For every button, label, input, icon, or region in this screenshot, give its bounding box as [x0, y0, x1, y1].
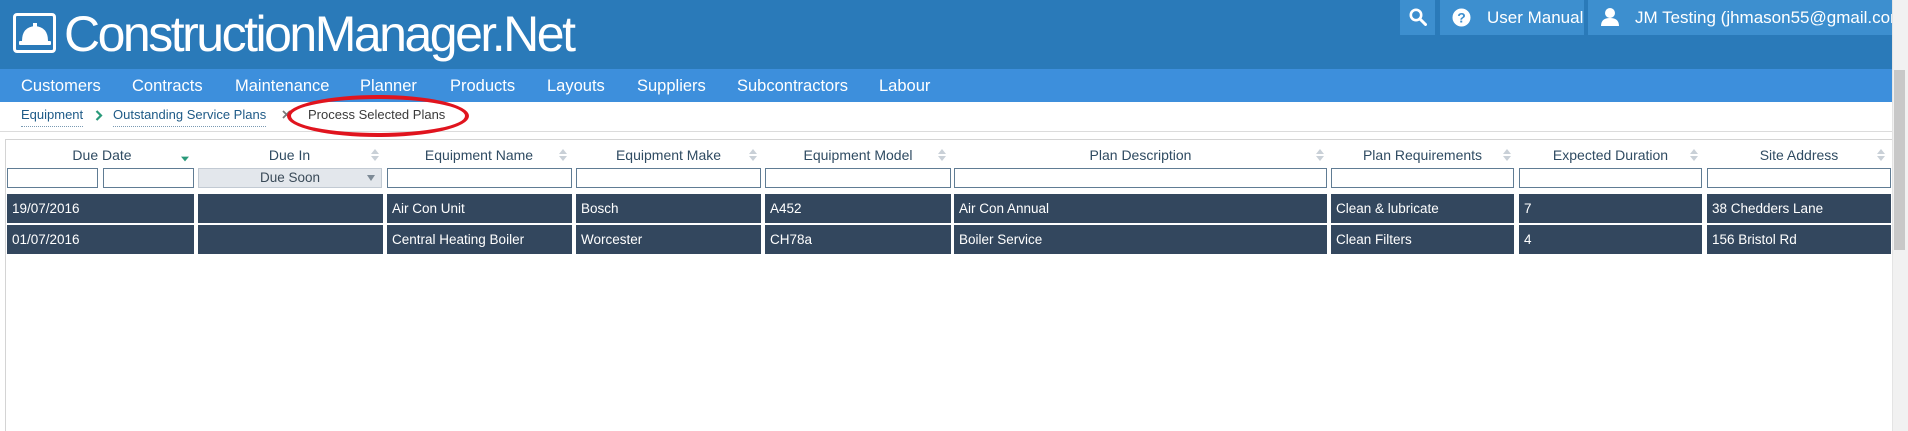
plan-description-filter[interactable]: [954, 168, 1327, 188]
help-icon: ?: [1452, 8, 1471, 27]
main-nav: Customers Contracts Maintenance Planner …: [0, 69, 1892, 102]
sort-descending-icon[interactable]: [181, 153, 189, 165]
expected-duration-filter[interactable]: [1519, 168, 1702, 188]
column-header-equipment-name[interactable]: Equipment Name: [387, 145, 571, 165]
cell-equipment-name[interactable]: Central Heating Boiler: [387, 225, 572, 254]
breadcrumb-item-outstanding-service-plans[interactable]: Outstanding Service Plans: [113, 104, 267, 127]
user-manual-button[interactable]: ? User Manual: [1440, 0, 1584, 35]
cell-plan-description[interactable]: Air Con Annual: [954, 194, 1327, 223]
cell-due-date[interactable]: 19/07/2016: [7, 194, 194, 223]
due-date-from-filter[interactable]: [7, 168, 98, 188]
sort-icon[interactable]: [938, 149, 946, 161]
nav-item-subcontractors[interactable]: Subcontractors: [737, 69, 848, 104]
column-header-site-address[interactable]: Site Address: [1707, 145, 1891, 165]
column-header-equipment-model[interactable]: Equipment Model: [765, 145, 951, 165]
column-header-equipment-make[interactable]: Equipment Make: [576, 145, 761, 165]
user-icon: [1601, 8, 1619, 26]
equipment-model-filter[interactable]: [765, 168, 951, 188]
column-header-plan-requirements[interactable]: Plan Requirements: [1331, 145, 1514, 165]
cell-due-in[interactable]: [198, 225, 383, 254]
cell-equipment-make[interactable]: Worcester: [576, 225, 761, 254]
sort-icon[interactable]: [749, 149, 757, 161]
equipment-make-filter[interactable]: [576, 168, 761, 188]
svg-text:?: ?: [1457, 10, 1466, 26]
chevron-down-icon: [367, 175, 375, 181]
cell-plan-description[interactable]: Boiler Service: [954, 225, 1327, 254]
user-account-label: JM Testing (jhmason55@gmail.com): [1635, 8, 1908, 27]
cell-equipment-model[interactable]: A452: [765, 194, 951, 223]
breadcrumb-item-equipment[interactable]: Equipment: [21, 104, 84, 127]
cell-plan-requirements[interactable]: Clean Filters: [1331, 225, 1514, 254]
cell-plan-requirements[interactable]: Clean & lubricate: [1331, 194, 1514, 223]
sort-icon[interactable]: [1316, 149, 1324, 161]
sort-icon[interactable]: [1877, 149, 1885, 161]
search-button[interactable]: [1400, 0, 1435, 35]
due-date-to-filter[interactable]: [103, 168, 194, 188]
cell-due-date[interactable]: 01/07/2016: [7, 225, 194, 254]
nav-item-customers[interactable]: Customers: [21, 69, 101, 104]
equipment-name-filter[interactable]: [387, 168, 572, 188]
chevron-right-icon: [95, 110, 103, 121]
sort-icon[interactable]: [1503, 149, 1511, 161]
nav-item-layouts[interactable]: Layouts: [547, 69, 605, 104]
user-account-button[interactable]: JM Testing (jhmason55@gmail.com): [1588, 0, 1908, 35]
sort-icon[interactable]: [371, 149, 379, 161]
column-header-due-date[interactable]: Due Date: [7, 145, 197, 165]
cell-expected-duration[interactable]: 4: [1519, 225, 1702, 254]
highlight-annotation: [287, 95, 469, 137]
cell-expected-duration[interactable]: 7: [1519, 194, 1702, 223]
search-icon: [1409, 8, 1427, 26]
page-scrollbar-thumb[interactable]: [1894, 70, 1905, 250]
column-header-expected-duration[interactable]: Expected Duration: [1519, 145, 1702, 165]
sort-icon[interactable]: [1690, 149, 1698, 161]
hardhat-icon: [13, 13, 56, 53]
cell-due-in[interactable]: [198, 194, 383, 223]
cell-site-address[interactable]: 38 Chedders Lane: [1707, 194, 1891, 223]
user-manual-label: User Manual: [1487, 8, 1584, 27]
app-title[interactable]: ConstructionManager.Net: [64, 5, 576, 63]
site-address-filter[interactable]: [1707, 168, 1891, 188]
plan-requirements-filter[interactable]: [1331, 168, 1514, 188]
nav-item-suppliers[interactable]: Suppliers: [637, 69, 706, 104]
cell-equipment-name[interactable]: Air Con Unit: [387, 194, 572, 223]
cell-site-address[interactable]: 156 Bristol Rd: [1707, 225, 1891, 254]
column-header-due-in[interactable]: Due In: [198, 145, 381, 165]
nav-item-products[interactable]: Products: [450, 69, 515, 104]
due-in-filter-select[interactable]: Due Soon: [198, 168, 382, 188]
nav-item-labour[interactable]: Labour: [879, 69, 930, 104]
app-header: ConstructionManager.Net ? User Manual JM…: [0, 0, 1908, 69]
sort-icon[interactable]: [559, 149, 567, 161]
cell-equipment-model[interactable]: CH78a: [765, 225, 951, 254]
nav-item-contracts[interactable]: Contracts: [132, 69, 203, 104]
column-header-plan-description[interactable]: Plan Description: [954, 145, 1327, 165]
nav-item-maintenance[interactable]: Maintenance: [235, 69, 329, 104]
cell-equipment-make[interactable]: Bosch: [576, 194, 761, 223]
